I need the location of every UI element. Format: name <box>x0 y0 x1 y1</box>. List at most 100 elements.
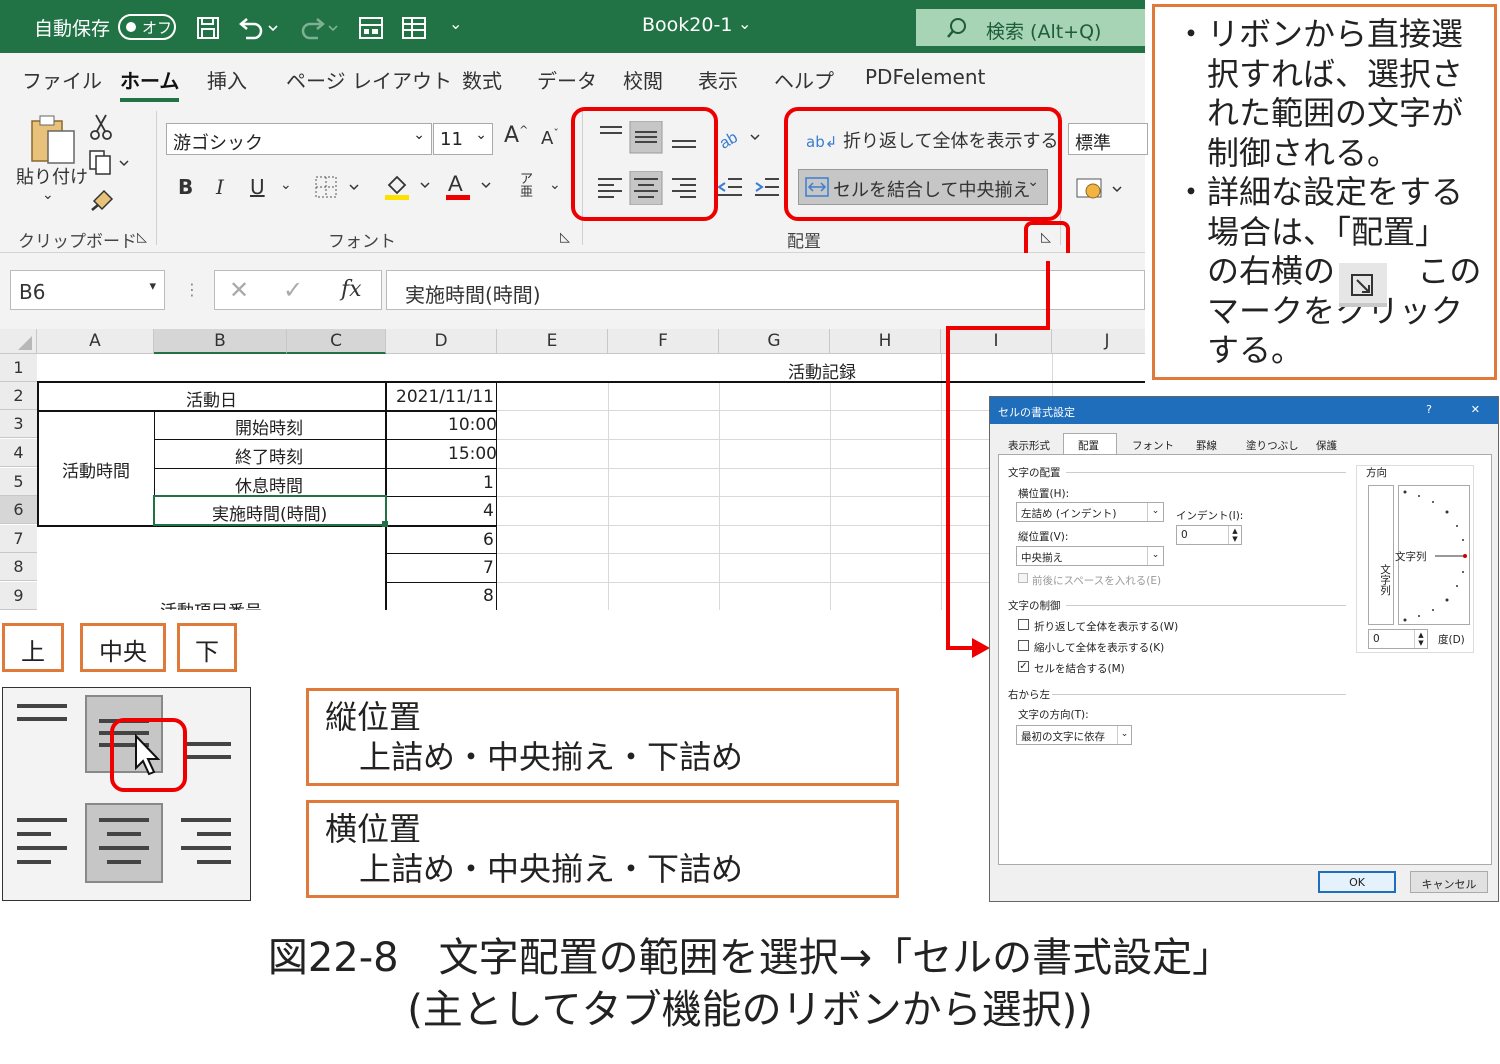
justify-distributed-checkbox[interactable] <box>1018 573 1028 583</box>
row-header[interactable]: 4 <box>0 439 37 467</box>
text-direction-select[interactable]: 最初の文字に依存 ⌄ <box>1016 725 1132 745</box>
insert-function-icon[interactable]: fx <box>341 277 362 302</box>
chevron-down-icon[interactable]: ⌄ <box>738 14 751 33</box>
cell-duration-label[interactable]: 実施時間(時間) <box>212 500 327 525</box>
paste-dropdown-icon[interactable]: ⌄ <box>42 187 54 203</box>
orientation-dial[interactable]: 文字列 <box>1395 485 1470 625</box>
cell-activity-day-label[interactable]: 活動日 <box>186 386 237 411</box>
table-form-icon[interactable] <box>401 16 427 40</box>
paste-label[interactable]: 貼り付け <box>16 163 88 189</box>
column-header[interactable]: F <box>608 329 719 354</box>
vertical-select[interactable]: 中央揃え ⌄ <box>1016 546 1164 566</box>
increase-indent-icon[interactable] <box>753 175 781 201</box>
row-header[interactable]: 6 <box>0 496 37 524</box>
column-header[interactable]: H <box>830 329 941 354</box>
tab-file[interactable]: ファイル <box>22 65 102 94</box>
row-header[interactable]: 5 <box>0 468 37 496</box>
dialog-tab-alignment-active[interactable]: 配置 <box>1063 433 1117 455</box>
cell-activity-time-label[interactable]: 活動時間 <box>62 457 130 482</box>
italic-button[interactable]: I <box>216 175 224 199</box>
cell-start-value[interactable]: 10:00 <box>448 415 497 435</box>
paste-icon[interactable] <box>28 113 78 165</box>
underline-button[interactable]: U <box>250 175 265 199</box>
row-header[interactable]: 1 <box>0 354 37 382</box>
ok-button[interactable]: OK <box>1318 871 1396 893</box>
dialog-tab-number[interactable]: 表示形式 <box>1008 438 1050 453</box>
font-launcher-icon[interactable]: ◺ <box>560 230 570 245</box>
font-size-combo[interactable]: 11 ⌄ <box>433 123 493 155</box>
customize-qat-icon[interactable]: ⌄ <box>449 14 462 33</box>
dialog-tab-protection[interactable]: 保護 <box>1316 438 1337 453</box>
save-icon[interactable] <box>196 16 220 40</box>
shrink-to-fit-checkbox[interactable] <box>1018 640 1029 651</box>
degree-spinner[interactable]: 0 ▲ ▼ <box>1368 629 1428 649</box>
cell-end-label[interactable]: 終了時刻 <box>235 443 303 468</box>
fill-handle[interactable] <box>382 521 388 527</box>
tab-formulas[interactable]: 数式 <box>462 65 502 94</box>
tab-home[interactable]: ホーム <box>120 65 180 102</box>
font-color-icon[interactable]: A <box>444 171 494 201</box>
column-header[interactable]: C <box>287 329 386 354</box>
tab-view[interactable]: 表示 <box>698 65 738 94</box>
tab-data[interactable]: データ <box>537 65 597 94</box>
merge-cells-checkbox[interactable]: ✓ <box>1018 661 1029 672</box>
search-box[interactable]: 検索 (Alt+Q) <box>916 9 1145 46</box>
clipboard-launcher-icon[interactable]: ◺ <box>137 230 147 245</box>
undo-icon[interactable] <box>238 16 278 40</box>
cell-row8-value[interactable]: 7 <box>483 558 494 578</box>
vertical-text-box[interactable]: 文字列 <box>1368 485 1394 625</box>
cell-row9-value[interactable]: 8 <box>483 586 494 606</box>
row-header[interactable]: 2 <box>0 382 37 410</box>
row-header[interactable]: 8 <box>0 553 37 581</box>
cell-end-value[interactable]: 15:00 <box>448 444 497 464</box>
redo-icon[interactable] <box>298 16 338 40</box>
column-header[interactable]: B <box>154 329 287 354</box>
cancel-entry-icon[interactable]: ✕ <box>229 276 249 304</box>
column-header[interactable]: G <box>719 329 830 354</box>
underline-dropdown-icon[interactable]: ⌄ <box>280 177 292 193</box>
row-header[interactable]: 9 <box>0 582 37 610</box>
dialog-tab-fill[interactable]: 塗りつぶし <box>1246 438 1299 453</box>
row-header[interactable]: 3 <box>0 410 37 438</box>
cell-row7-value[interactable]: 6 <box>483 530 494 550</box>
column-header[interactable]: E <box>497 329 608 354</box>
cell-start-label[interactable]: 開始時刻 <box>235 414 303 439</box>
file-name[interactable]: Book20-1 <box>642 14 732 36</box>
format-painter-icon[interactable] <box>90 187 116 211</box>
decrease-indent-icon[interactable] <box>716 175 744 201</box>
select-all-corner[interactable] <box>0 329 37 354</box>
form-icon[interactable] <box>358 16 384 40</box>
close-button[interactable]: ✕ <box>1471 403 1480 416</box>
cell-break-value[interactable]: 1 <box>483 473 494 493</box>
tab-review[interactable]: 校閲 <box>623 65 663 94</box>
number-format-combo[interactable]: 標準 <box>1068 123 1148 155</box>
dialog-tab-border[interactable]: 罫線 <box>1196 438 1217 453</box>
phonetic-dropdown-icon[interactable]: ⌄ <box>549 177 561 193</box>
dialog-tab-font[interactable]: フォント <box>1132 438 1174 453</box>
name-box[interactable]: B6 ▾ <box>10 270 165 310</box>
cell-title[interactable]: 活動記録 <box>788 358 856 383</box>
phonetic-icon[interactable]: ア亜 <box>520 173 533 199</box>
cancel-button[interactable]: キャンセル <box>1410 871 1488 893</box>
column-header[interactable]: J <box>1052 329 1145 354</box>
tab-page-layout[interactable]: ページ レイアウト <box>286 65 452 94</box>
borders-icon[interactable] <box>314 175 366 201</box>
increase-font-icon[interactable]: A^ <box>504 123 528 148</box>
horizontal-select[interactable]: 左詰め (インデント) ⌄ <box>1016 502 1164 522</box>
tab-pdfelement[interactable]: PDFelement <box>865 65 985 89</box>
autosave-toggle[interactable]: オフ <box>118 14 176 40</box>
cell-duration-value[interactable]: 4 <box>483 501 494 521</box>
column-header[interactable]: A <box>37 329 154 354</box>
cut-icon[interactable] <box>90 113 112 141</box>
wrap-text-checkbox[interactable] <box>1018 619 1029 630</box>
row-header[interactable]: 7 <box>0 525 37 553</box>
fill-color-icon[interactable] <box>383 171 433 201</box>
column-header[interactable]: I <box>941 329 1052 354</box>
cell-row9-label[interactable]: 活動項目番号 <box>160 597 262 610</box>
currency-format-icon[interactable] <box>1075 175 1145 203</box>
column-header[interactable]: D <box>386 329 497 354</box>
indent-spinner[interactable]: 0 ▲ ▼ <box>1176 525 1242 545</box>
confirm-entry-icon[interactable]: ✓ <box>283 276 303 304</box>
font-name-combo[interactable]: 游ゴシック ⌄ <box>166 123 432 155</box>
orientation-icon[interactable]: ab <box>717 123 765 153</box>
